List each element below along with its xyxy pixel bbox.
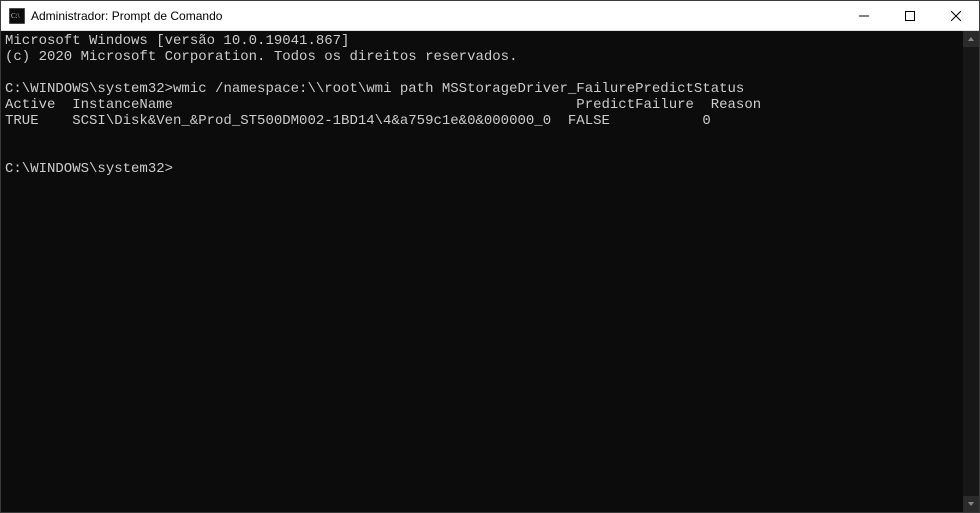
terminal-prompt: C:\WINDOWS\system32>	[5, 161, 173, 177]
window-title: Administrador: Prompt de Comando	[31, 9, 841, 23]
maximize-button[interactable]	[887, 1, 933, 30]
terminal-header-row: Active InstanceName PredictFailure Reaso…	[5, 97, 761, 113]
terminal-output[interactable]: Microsoft Windows [versão 10.0.19041.867…	[1, 31, 963, 512]
close-button[interactable]	[933, 1, 979, 30]
titlebar[interactable]: C:\ Administrador: Prompt de Comando	[1, 1, 979, 31]
minimize-button[interactable]	[841, 1, 887, 30]
window-controls	[841, 1, 979, 30]
terminal-data-row: TRUE SCSI\Disk&Ven_&Prod_ST500DM002-1BD1…	[5, 113, 711, 129]
terminal-command: wmic /namespace:\\root\wmi path MSStorag…	[173, 81, 744, 97]
scroll-track[interactable]	[963, 47, 979, 496]
svg-text:C:\: C:\	[11, 12, 20, 20]
terminal-line: (c) 2020 Microsoft Corporation. Todos os…	[5, 49, 517, 65]
terminal-area: Microsoft Windows [versão 10.0.19041.867…	[1, 31, 979, 512]
terminal-prompt: C:\WINDOWS\system32>	[5, 81, 173, 97]
command-prompt-window: C:\ Administrador: Prompt de Comando Mic…	[0, 0, 980, 513]
vertical-scrollbar[interactable]	[963, 31, 979, 512]
scroll-down-arrow-icon[interactable]	[963, 496, 979, 512]
app-icon: C:\	[9, 8, 25, 24]
scroll-up-arrow-icon[interactable]	[963, 31, 979, 47]
terminal-line: Microsoft Windows [versão 10.0.19041.867…	[5, 33, 349, 49]
